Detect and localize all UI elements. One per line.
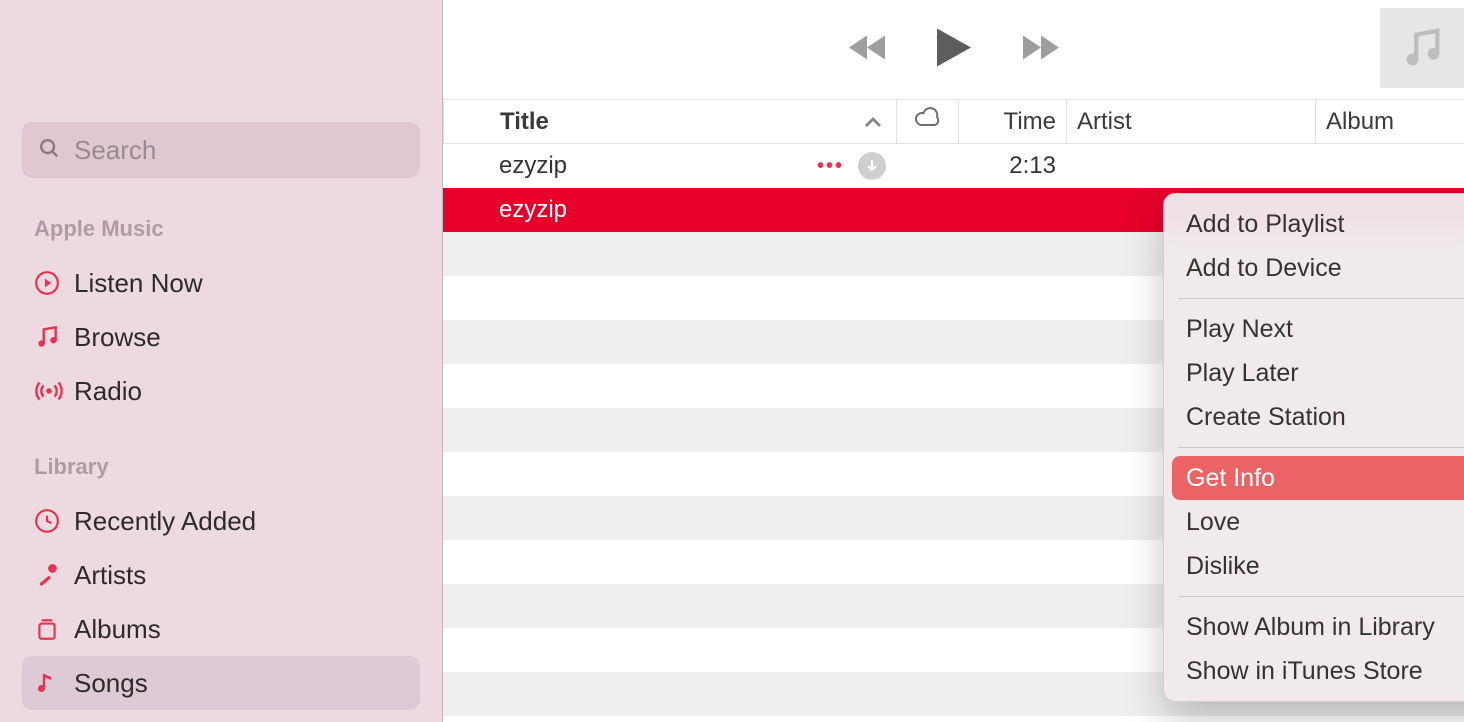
ctx-item-label: Love: [1186, 508, 1240, 537]
ctx-add-to-playlist[interactable]: Add to Playlist: [1172, 202, 1464, 246]
sidebar-item-browse[interactable]: Browse: [22, 310, 420, 364]
sidebar-item-artists[interactable]: Artists: [22, 548, 420, 602]
sidebar-item-label: Artists: [74, 560, 146, 591]
ctx-play-next[interactable]: Play Next: [1172, 307, 1464, 351]
ctx-item-label: Create Station: [1186, 403, 1346, 432]
ctx-item-label: Play Later: [1186, 359, 1299, 388]
sidebar-item-label: Recently Added: [74, 506, 256, 537]
chevron-up-icon: [864, 108, 882, 136]
column-title[interactable]: Title: [443, 100, 896, 143]
ctx-create-station[interactable]: Create Station: [1172, 395, 1464, 439]
ctx-love[interactable]: Love: [1172, 500, 1464, 544]
sidebar-item-label: Albums: [74, 614, 161, 645]
column-label: Album: [1326, 108, 1394, 136]
ctx-item-label: Show Album in Library: [1186, 613, 1435, 642]
ctx-show-itunes[interactable]: Show in iTunes Store: [1172, 649, 1464, 693]
context-menu: Add to Playlist Add to Device Play Next …: [1163, 193, 1464, 702]
ctx-separator: [1178, 447, 1464, 448]
sidebar-item-albums[interactable]: Albums: [22, 602, 420, 656]
ctx-item-label: Add to Playlist: [1186, 210, 1344, 239]
play-circle-icon: [34, 270, 74, 296]
column-cloud[interactable]: [896, 100, 958, 143]
section-library-label: Library: [34, 454, 420, 480]
column-label: Time: [1004, 108, 1056, 136]
song-icon: [34, 670, 74, 696]
ctx-item-label: Show in iTunes Store: [1186, 657, 1423, 686]
column-label: Title: [500, 108, 549, 136]
sidebar-item-label: Songs: [74, 668, 148, 699]
microphone-icon: [34, 562, 74, 588]
column-header-row: Title Time Artist Album: [443, 100, 1464, 144]
sidebar-item-listen-now[interactable]: Listen Now: [22, 256, 420, 310]
search-input[interactable]: [74, 135, 409, 166]
sidebar: Apple Music Listen Now Browse Radio: [0, 0, 443, 722]
radio-icon: [34, 380, 74, 402]
ctx-get-info[interactable]: Get Info: [1172, 456, 1464, 500]
previous-track-button[interactable]: [849, 33, 889, 66]
ctx-separator: [1178, 298, 1464, 299]
now-playing-artwork[interactable]: [1380, 8, 1464, 88]
music-note-icon: [34, 324, 74, 350]
ctx-play-later[interactable]: Play Later: [1172, 351, 1464, 395]
sidebar-item-recently-added[interactable]: Recently Added: [22, 494, 420, 548]
download-button[interactable]: [858, 152, 886, 180]
ctx-separator: [1178, 596, 1464, 597]
column-album[interactable]: Album: [1315, 100, 1464, 143]
ctx-item-label: Add to Device: [1186, 254, 1342, 283]
column-artist[interactable]: Artist: [1066, 100, 1315, 143]
column-label: Artist: [1077, 108, 1132, 136]
track-title: ezyzip: [499, 152, 567, 180]
ctx-item-label: Dislike: [1186, 552, 1260, 581]
next-track-button[interactable]: [1019, 33, 1059, 66]
track-row[interactable]: ezyzip ••• 2:13: [443, 144, 1464, 188]
main-content: Title Time Artist Album ezyzip •••: [443, 0, 1464, 722]
track-title: ezyzip: [499, 196, 567, 224]
search-icon: [38, 137, 60, 164]
search-field[interactable]: [22, 122, 420, 178]
sidebar-item-songs[interactable]: Songs: [22, 656, 420, 710]
ctx-add-to-device[interactable]: Add to Device: [1172, 246, 1464, 290]
column-time[interactable]: Time: [958, 100, 1066, 143]
sidebar-item-label: Browse: [74, 322, 161, 353]
ctx-dislike[interactable]: Dislike: [1172, 544, 1464, 588]
more-options-button[interactable]: •••: [817, 155, 844, 178]
section-apple-music-label: Apple Music: [34, 216, 420, 242]
album-icon: [34, 616, 74, 642]
ctx-show-album[interactable]: Show Album in Library: [1172, 605, 1464, 649]
playback-bar: [443, 0, 1464, 100]
sidebar-item-label: Radio: [74, 376, 142, 407]
sidebar-item-radio[interactable]: Radio: [22, 364, 420, 418]
ctx-item-label: Get Info: [1186, 464, 1275, 493]
clock-icon: [34, 508, 74, 534]
track-time: 2:13: [1009, 152, 1056, 180]
ctx-item-label: Play Next: [1186, 315, 1293, 344]
play-button[interactable]: [937, 28, 971, 71]
sidebar-item-label: Listen Now: [74, 268, 203, 299]
cloud-icon: [913, 107, 943, 136]
